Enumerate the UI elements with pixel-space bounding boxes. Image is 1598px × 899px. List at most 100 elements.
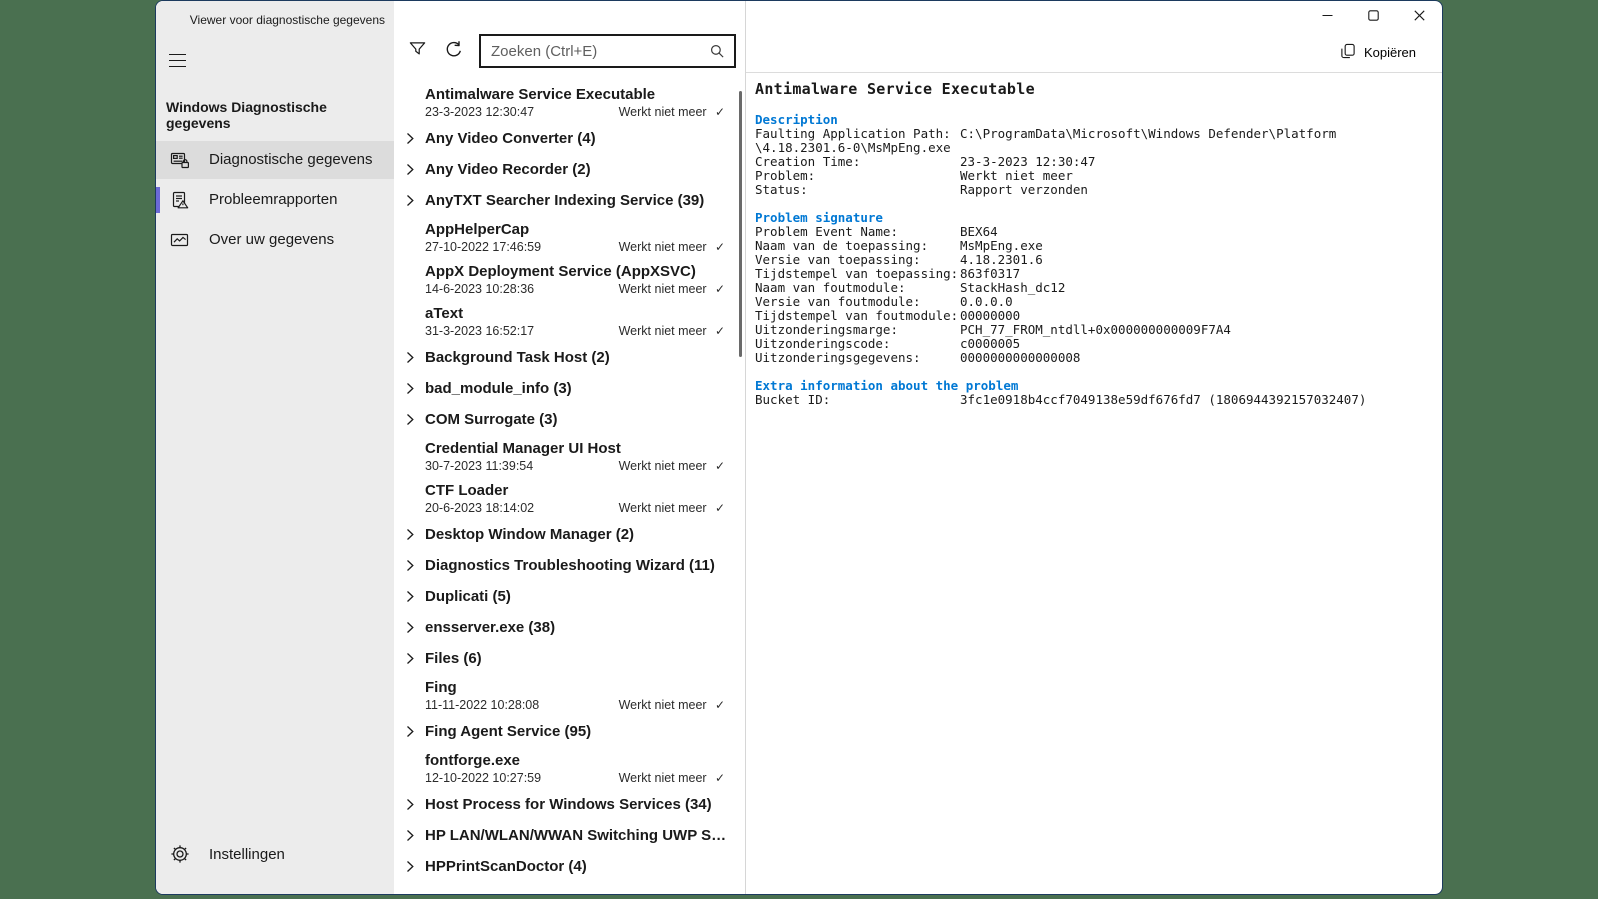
report-group-row-host-process-for-windows-services-34[interactable]: Host Process for Windows Services (34) (394, 789, 745, 820)
check-icon: ✓ (711, 282, 725, 296)
detail-row: Uitzonderingsgegevens: 0000000000000008 (755, 351, 1428, 365)
group-title: Host Process for Windows Services (34) (425, 796, 712, 813)
chevron-right-icon (404, 132, 416, 145)
sidebar-item-label: Diagnostische gegevens (209, 151, 373, 169)
refresh-button[interactable] (439, 36, 469, 66)
chevron-right-icon (404, 163, 416, 176)
report-row-fontforge-exe[interactable]: fontforge.exe 12-10-2022 10:27:59 Werkt ni… (394, 747, 745, 789)
list-toolbar (402, 34, 745, 68)
maximize-icon (1367, 9, 1379, 24)
detail-value: Rapport verzonden (960, 182, 1088, 197)
detail-label: Versie van foutmodule: (755, 294, 921, 309)
detail-toolbar: Kopiëren (746, 33, 1442, 73)
chevron-right-icon (404, 860, 416, 873)
report-row-credential-manager-ui-host[interactable]: Credential Manager UI Host 30-7-2023 11:3… (394, 435, 745, 477)
report-group-row-desktop-window-manager-2[interactable]: Desktop Window Manager (2) (394, 519, 745, 550)
search-icon (710, 44, 725, 59)
copy-button[interactable]: Kopiëren (1340, 43, 1416, 62)
check-icon: ✓ (711, 105, 725, 119)
minimize-button[interactable] (1304, 1, 1350, 31)
report-group-row-com-surrogate-3[interactable]: COM Surrogate (3) (394, 404, 745, 435)
report-row-antimalware-service-executable[interactable]: Antimalware Service Executable 23-3-2023 … (394, 81, 745, 123)
detail-label: Problem: (755, 168, 816, 183)
detail-row: Naam van de toepassing: MsMpEng.exe (755, 239, 1428, 253)
detail-row: Problem Event Name: BEX64 (755, 225, 1428, 239)
list-scrollbar[interactable] (739, 91, 742, 357)
search-input[interactable] (481, 42, 706, 60)
section-heading-description: Description (755, 112, 838, 127)
about-data-icon (170, 230, 190, 250)
report-status: Werkt niet meer ✓ (618, 459, 725, 473)
group-title: Background Task Host (2) (425, 349, 610, 366)
report-group-row-hp-lan-wlan-wwan-switching-uwp-servic[interactable]: HP LAN/WLAN/WWAN Switching UWP Servic... (394, 820, 745, 851)
close-button[interactable] (1396, 1, 1442, 31)
report-title: fontforge.exe (425, 752, 521, 769)
report-date: 14-6-2023 10:28:36 (425, 282, 535, 296)
check-icon: ✓ (711, 324, 725, 338)
report-group-row-bad-module-info-3[interactable]: bad_module_info (3) (394, 373, 745, 404)
filter-button[interactable] (402, 36, 432, 66)
report-row-atext[interactable]: aText 31-3-2023 16:52:17 Werkt niet meer ✓ (394, 300, 745, 342)
report-group-row-fing-agent-service-95[interactable]: Fing Agent Service (95) (394, 716, 745, 747)
report-date: 27-10-2022 17:46:59 (425, 240, 542, 254)
detail-row: Uitzonderingsmarge: PCH_77_FROM_ntdll+0x0… (755, 323, 1428, 337)
settings-label: Instellingen (209, 845, 285, 863)
detail-value: 863f0317 (960, 266, 1021, 281)
report-group-row-diagnostics-troubleshooting-wizard-11[interactable]: Diagnostics Troubleshooting Wizard (11) (394, 550, 745, 581)
detail-row: Tijdstempel van foutmodule: 00000000 (755, 309, 1428, 323)
detail-label: Problem Event Name: (755, 224, 898, 239)
chevron-right-icon (404, 590, 416, 603)
detail-row: Faulting Application Path: C:\ProgramData… (755, 127, 1428, 141)
group-title: HP LAN/WLAN/WWAN Switching UWP Servic... (425, 827, 745, 844)
check-icon: ✓ (711, 501, 725, 515)
detail-label: Bucket ID: (755, 392, 831, 407)
detail-label: Uitzonderingsgegevens: (755, 350, 921, 365)
group-title: Any Video Recorder (2) (425, 161, 591, 178)
copy-button-label: Kopiëren (1363, 45, 1416, 60)
hamburger-menu-button[interactable] (169, 49, 193, 72)
report-date: 23-3-2023 12:30:47 (425, 105, 535, 119)
report-group-row-files-6[interactable]: Files (6) (394, 643, 745, 674)
report-group-row-background-task-host-2[interactable]: Background Task Host (2) (394, 342, 745, 373)
app-window: Viewer voor diagnostische gegevens Windo… (155, 0, 1443, 895)
check-icon: ✓ (711, 240, 725, 254)
problem-reports-icon (170, 190, 190, 210)
detail-row: Creation Time: 23-3-2023 12:30:47 (755, 155, 1428, 169)
report-row-appx-deployment-service-appxsvc[interactable]: AppX Deployment Service (AppXSVC) 14-6-20… (394, 258, 745, 300)
detail-value: BEX64 (960, 224, 998, 239)
window-caption-bar (746, 1, 1442, 33)
detail-value: MsMpEng.exe (960, 238, 1043, 253)
chevron-right-icon (404, 194, 416, 207)
detail-label: Versie van toepassing: (755, 252, 921, 267)
report-row-apphelpercap[interactable]: AppHelperCap 27-10-2022 17:46:59 Werkt nie… (394, 216, 745, 258)
report-group-row-any-video-converter-4[interactable]: Any Video Converter (4) (394, 123, 745, 154)
group-title: Files (6) (425, 650, 482, 667)
sidebar-heading: Windows Diagnostische gegevens (166, 98, 327, 131)
detail-value: C:\ProgramData\Microsoft\Windows Defende… (960, 126, 1337, 141)
sidebar-item-instellingen[interactable]: Instellingen (156, 835, 394, 873)
report-group-row-hpprintscandoctor-4[interactable]: HPPrintScanDoctor (4) (394, 851, 745, 882)
sidebar-item-label: Over uw gegevens (209, 231, 335, 249)
sidebar-nav: Diagnostische gegevens Probleemrapporten O… (156, 140, 394, 261)
detail-label: Naam van foutmodule: (755, 280, 906, 295)
report-group-row-any-video-recorder-2[interactable]: Any Video Recorder (2) (394, 154, 745, 185)
group-title: Desktop Window Manager (2) (425, 526, 635, 543)
selected-accent-bar (156, 186, 160, 213)
group-title: AnyTXT Searcher Indexing Service (39) (425, 192, 705, 209)
report-status: Werkt niet meer ✓ (618, 698, 725, 712)
filter-icon (408, 40, 427, 62)
report-row-ctf-loader[interactable]: CTF Loader 20-6-2023 18:14:02 Werkt niet m… (394, 477, 745, 519)
sidebar-item-over-uw-gegevens[interactable]: Over uw gegevens (156, 221, 394, 259)
report-status: Werkt niet meer ✓ (618, 324, 725, 338)
sidebar-item-diagnostische-gegevens[interactable]: Diagnostische gegevens (156, 140, 394, 179)
group-title: Any Video Converter (4) (425, 130, 596, 147)
report-group-row-duplicati-5[interactable]: Duplicati (5) (394, 581, 745, 612)
section-heading-problem-signature: Problem signature (755, 210, 883, 225)
report-row-fing[interactable]: Fing 11-11-2022 10:28:08 Werkt niet meer ✓ (394, 674, 745, 716)
detail-title: Antimalware Service Executable (755, 80, 1035, 98)
maximize-button[interactable] (1350, 1, 1396, 31)
sidebar-item-probleemrapporten[interactable]: Probleemrapporten (156, 181, 394, 219)
report-group-row-anytxt-searcher-indexing-service-39[interactable]: AnyTXT Searcher Indexing Service (39) (394, 185, 745, 216)
report-group-row-ensserver-exe-38[interactable]: ensserver.exe (38) (394, 612, 745, 643)
detail-value: StackHash_dc12 (960, 280, 1066, 295)
